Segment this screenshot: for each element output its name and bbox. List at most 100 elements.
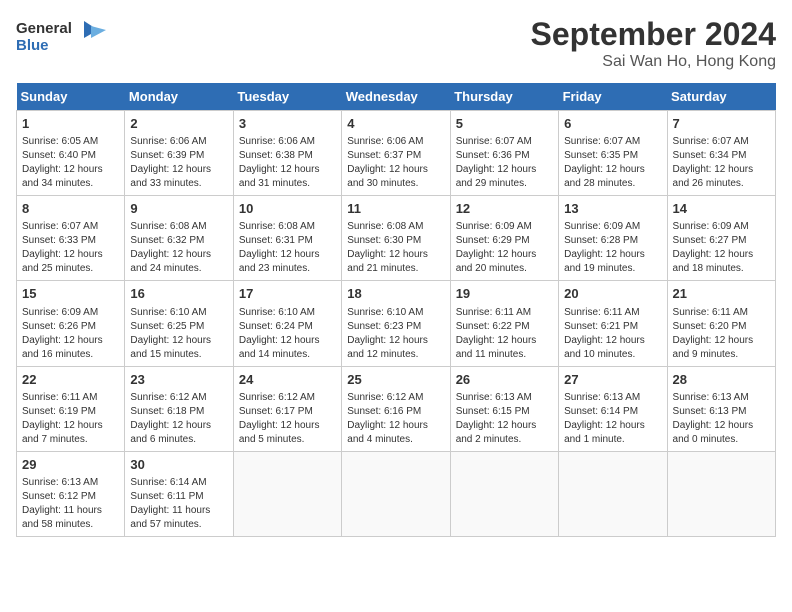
day-info: Sunrise: 6:12 AM Sunset: 6:16 PM Dayligh… [347,391,444,447]
week-row-1: 1 Sunrise: 6:05 AM Sunset: 6:40 PM Daylig… [17,111,776,196]
day-info: Sunrise: 6:14 AM Sunset: 6:11 PM Dayligh… [130,476,227,532]
week-row-5: 29 Sunrise: 6:13 AM Sunset: 6:12 PM Dayli… [17,451,776,536]
location: Sai Wan Ho, Hong Kong [531,53,776,71]
calendar-table: SundayMondayTuesdayWednesdayThursdayFrid… [16,83,776,537]
week-row-4: 22 Sunrise: 6:11 AM Sunset: 6:19 PM Dayli… [17,366,776,451]
day-info: Sunrise: 6:13 AM Sunset: 6:12 PM Dayligh… [22,476,119,532]
day-number: 11 [347,200,444,218]
calendar-cell [667,451,775,536]
weekday-header-tuesday: Tuesday [233,83,341,111]
day-number: 3 [239,115,336,133]
day-number: 28 [673,371,770,389]
calendar-cell: 9 Sunrise: 6:08 AM Sunset: 6:32 PM Daylig… [125,196,233,281]
day-number: 19 [456,285,553,303]
calendar-cell: 22 Sunrise: 6:11 AM Sunset: 6:19 PM Dayli… [17,366,125,451]
calendar-cell: 17 Sunrise: 6:10 AM Sunset: 6:24 PM Dayli… [233,281,341,366]
weekday-header-thursday: Thursday [450,83,558,111]
day-info: Sunrise: 6:10 AM Sunset: 6:23 PM Dayligh… [347,306,444,362]
day-info: Sunrise: 6:07 AM Sunset: 6:36 PM Dayligh… [456,135,553,191]
weekday-header-sunday: Sunday [17,83,125,111]
day-number: 2 [130,115,227,133]
calendar-cell: 7 Sunrise: 6:07 AM Sunset: 6:34 PM Daylig… [667,111,775,196]
day-number: 25 [347,371,444,389]
calendar-cell: 8 Sunrise: 6:07 AM Sunset: 6:33 PM Daylig… [17,196,125,281]
day-info: Sunrise: 6:08 AM Sunset: 6:32 PM Dayligh… [130,220,227,276]
calendar-cell: 14Sunrise: 6:09 AM Sunset: 6:27 PM Dayli… [667,196,775,281]
calendar-cell: 2 Sunrise: 6:06 AM Sunset: 6:39 PM Daylig… [125,111,233,196]
day-info: Sunrise: 6:05 AM Sunset: 6:40 PM Dayligh… [22,135,119,191]
calendar-cell [450,451,558,536]
day-number: 16 [130,285,227,303]
day-info: Sunrise: 6:07 AM Sunset: 6:34 PM Dayligh… [673,135,770,191]
day-info: Sunrise: 6:10 AM Sunset: 6:25 PM Dayligh… [130,306,227,362]
day-info: Sunrise: 6:07 AM Sunset: 6:33 PM Dayligh… [22,220,119,276]
day-number: 12 [456,200,553,218]
day-info: Sunrise: 6:12 AM Sunset: 6:18 PM Dayligh… [130,391,227,447]
calendar-cell: 24 Sunrise: 6:12 AM Sunset: 6:17 PM Dayli… [233,366,341,451]
calendar-cell: 18Sunrise: 6:10 AM Sunset: 6:23 PM Dayli… [342,281,450,366]
day-number: 13 [564,200,661,218]
day-number: 1 [22,115,119,133]
day-info: Sunrise: 6:13 AM Sunset: 6:14 PM Dayligh… [564,391,661,447]
calendar-cell: 29 Sunrise: 6:13 AM Sunset: 6:12 PM Dayli… [17,451,125,536]
day-number: 30 [130,456,227,474]
week-row-3: 15Sunrise: 6:09 AM Sunset: 6:26 PM Dayli… [17,281,776,366]
weekday-header-friday: Friday [559,83,667,111]
day-info: Sunrise: 6:11 AM Sunset: 6:19 PM Dayligh… [22,391,119,447]
day-number: 4 [347,115,444,133]
day-number: 10 [239,200,336,218]
calendar-cell: 3 Sunrise: 6:06 AM Sunset: 6:38 PM Daylig… [233,111,341,196]
weekday-header-monday: Monday [125,83,233,111]
day-info: Sunrise: 6:07 AM Sunset: 6:35 PM Dayligh… [564,135,661,191]
day-info: Sunrise: 6:10 AM Sunset: 6:24 PM Dayligh… [239,306,336,362]
day-info: Sunrise: 6:09 AM Sunset: 6:29 PM Dayligh… [456,220,553,276]
day-number: 5 [456,115,553,133]
week-row-2: 8 Sunrise: 6:07 AM Sunset: 6:33 PM Daylig… [17,196,776,281]
calendar-cell: 19 Sunrise: 6:11 AM Sunset: 6:22 PM Dayli… [450,281,558,366]
day-info: Sunrise: 6:09 AM Sunset: 6:26 PM Dayligh… [22,306,119,362]
day-info: Sunrise: 6:11 AM Sunset: 6:20 PM Dayligh… [673,306,770,362]
calendar-cell: 23Sunrise: 6:12 AM Sunset: 6:18 PM Dayli… [125,366,233,451]
calendar-cell: 1 Sunrise: 6:05 AM Sunset: 6:40 PM Daylig… [17,111,125,196]
day-info: Sunrise: 6:09 AM Sunset: 6:28 PM Dayligh… [564,220,661,276]
day-number: 24 [239,371,336,389]
month-title: September 2024 [531,16,776,53]
day-info: Sunrise: 6:06 AM Sunset: 6:38 PM Dayligh… [239,135,336,191]
calendar-cell: 21 Sunrise: 6:11 AM Sunset: 6:20 PM Dayli… [667,281,775,366]
logo-svg: GeneralBlue [16,16,116,56]
day-number: 6 [564,115,661,133]
day-number: 17 [239,285,336,303]
calendar-cell: 5 Sunrise: 6:07 AM Sunset: 6:36 PM Daylig… [450,111,558,196]
calendar-cell: 27Sunrise: 6:13 AM Sunset: 6:14 PM Dayli… [559,366,667,451]
weekday-header-wednesday: Wednesday [342,83,450,111]
day-number: 20 [564,285,661,303]
day-info: Sunrise: 6:11 AM Sunset: 6:21 PM Dayligh… [564,306,661,362]
calendar-cell [559,451,667,536]
day-info: Sunrise: 6:06 AM Sunset: 6:39 PM Dayligh… [130,135,227,191]
title-block: September 2024 Sai Wan Ho, Hong Kong [531,16,776,71]
day-number: 7 [673,115,770,133]
calendar-cell: 6 Sunrise: 6:07 AM Sunset: 6:35 PM Daylig… [559,111,667,196]
page-header: GeneralBlue September 2024 Sai Wan Ho, H… [16,16,776,71]
day-info: Sunrise: 6:13 AM Sunset: 6:15 PM Dayligh… [456,391,553,447]
weekday-header-saturday: Saturday [667,83,775,111]
day-info: Sunrise: 6:12 AM Sunset: 6:17 PM Dayligh… [239,391,336,447]
calendar-cell: 26 Sunrise: 6:13 AM Sunset: 6:15 PM Dayli… [450,366,558,451]
day-number: 14 [673,200,770,218]
day-number: 9 [130,200,227,218]
day-number: 29 [22,456,119,474]
day-info: Sunrise: 6:08 AM Sunset: 6:31 PM Dayligh… [239,220,336,276]
calendar-cell: 16 Sunrise: 6:10 AM Sunset: 6:25 PM Dayli… [125,281,233,366]
calendar-cell: 13 Sunrise: 6:09 AM Sunset: 6:28 PM Dayli… [559,196,667,281]
logo: GeneralBlue [16,16,116,56]
svg-text:Blue: Blue [16,37,49,54]
day-number: 22 [22,371,119,389]
day-info: Sunrise: 6:11 AM Sunset: 6:22 PM Dayligh… [456,306,553,362]
day-info: Sunrise: 6:06 AM Sunset: 6:37 PM Dayligh… [347,135,444,191]
day-info: Sunrise: 6:08 AM Sunset: 6:30 PM Dayligh… [347,220,444,276]
calendar-cell: 25 Sunrise: 6:12 AM Sunset: 6:16 PM Dayli… [342,366,450,451]
day-number: 8 [22,200,119,218]
calendar-cell: 10 Sunrise: 6:08 AM Sunset: 6:31 PM Dayli… [233,196,341,281]
day-number: 26 [456,371,553,389]
day-number: 21 [673,285,770,303]
